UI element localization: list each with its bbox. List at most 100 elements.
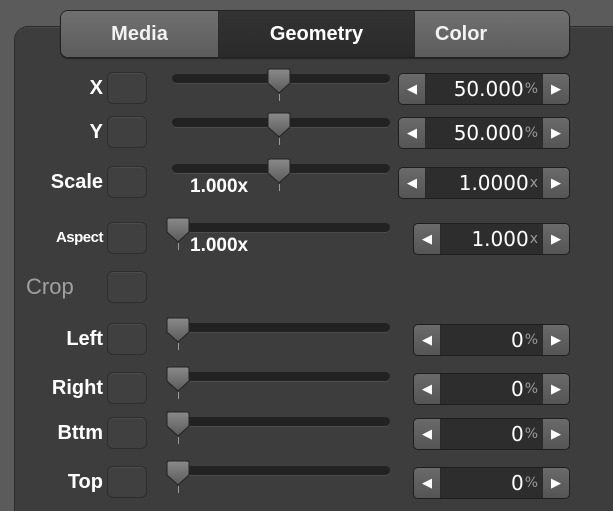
left-value-stepper: ◀ 0% ▶ xyxy=(413,324,570,356)
aspect-value-text: 1.000 xyxy=(471,227,529,251)
aspect-keyframe-box[interactable] xyxy=(107,222,147,254)
bttm-value-text: 0 xyxy=(510,422,524,446)
crop-label: Crop xyxy=(26,274,74,299)
bttm-value-field[interactable]: 0% xyxy=(441,419,542,449)
right-slider-track[interactable] xyxy=(172,372,390,381)
top-unit: % xyxy=(524,475,538,491)
right-value-field[interactable]: 0% xyxy=(441,374,542,404)
triangle-right-icon[interactable]: ▶ xyxy=(542,168,569,198)
y-slider-tick xyxy=(279,138,280,145)
left-value-field[interactable]: 0% xyxy=(441,325,542,355)
scale-value-text: 1.0000 xyxy=(458,171,529,195)
tab-color[interactable]: Color xyxy=(415,11,569,57)
triangle-left-icon[interactable]: ◀ xyxy=(399,168,426,198)
y-value-stepper: ◀ 50.000% ▶ xyxy=(398,117,570,149)
tab-bar: Media Geometry Color xyxy=(60,10,570,58)
param-row-left: Left ◀ 0% ▶ xyxy=(0,317,613,359)
scale-unit: x xyxy=(529,175,538,191)
top-value-field[interactable]: 0% xyxy=(441,468,542,498)
triangle-right-icon[interactable]: ▶ xyxy=(542,118,569,148)
x-value-text: 50.000 xyxy=(453,77,524,101)
top-slider-tick xyxy=(178,486,179,493)
left-unit: % xyxy=(524,332,538,348)
aspect-slider-track[interactable] xyxy=(172,223,390,232)
top-value-stepper: ◀ 0% ▶ xyxy=(413,467,570,499)
x-value-field[interactable]: 50.000% xyxy=(426,74,542,104)
top-slider-track[interactable] xyxy=(172,466,390,475)
x-value-stepper: ◀ 50.000% ▶ xyxy=(398,73,570,105)
left-slider-tick xyxy=(178,343,179,350)
left-keyframe-box[interactable] xyxy=(107,323,147,355)
right-unit: % xyxy=(524,381,538,397)
y-keyframe-box[interactable] xyxy=(107,116,147,148)
bttm-value-stepper: ◀ 0% ▶ xyxy=(413,418,570,450)
right-value-text: 0 xyxy=(510,377,524,401)
param-row-x: X ◀ 50.000% ▶ xyxy=(0,68,613,108)
triangle-right-icon[interactable]: ▶ xyxy=(542,419,569,449)
param-row-right: Right ◀ 0% ▶ xyxy=(0,366,613,408)
left-label: Left xyxy=(66,328,103,350)
top-slider-knob-icon[interactable] xyxy=(166,460,190,486)
triangle-left-icon[interactable]: ◀ xyxy=(414,419,441,449)
bttm-slider-track[interactable] xyxy=(172,417,390,426)
right-slider-knob-icon[interactable] xyxy=(166,366,190,392)
aspect-label: Aspect xyxy=(55,229,104,246)
right-slider-tick xyxy=(178,392,179,399)
triangle-left-icon[interactable]: ◀ xyxy=(414,325,441,355)
aspect-unit: x xyxy=(529,231,538,247)
top-keyframe-box[interactable] xyxy=(107,466,147,498)
bttm-unit: % xyxy=(524,426,538,442)
scale-value-field[interactable]: 1.0000 x xyxy=(426,168,542,198)
bttm-slider-tick xyxy=(178,437,179,444)
y-label: Y xyxy=(89,121,103,143)
param-row-aspect: Aspect 1.000x ◀ 1.000 x ▶ xyxy=(0,217,613,258)
bttm-keyframe-box[interactable] xyxy=(107,417,147,449)
triangle-right-icon[interactable]: ▶ xyxy=(542,224,569,254)
top-label: Top xyxy=(67,471,103,493)
crop-keyframe-box[interactable] xyxy=(107,271,147,303)
left-slider-knob-icon[interactable] xyxy=(166,317,190,343)
triangle-right-icon[interactable]: ▶ xyxy=(542,468,569,498)
y-slider-knob-icon[interactable] xyxy=(267,112,291,138)
scale-slider-knob-icon[interactable] xyxy=(267,158,291,184)
scale-slider-value: 1.000x xyxy=(190,176,249,197)
triangle-left-icon[interactable]: ◀ xyxy=(399,118,426,148)
top-value-text: 0 xyxy=(510,471,524,495)
aspect-slider-value: 1.000x xyxy=(190,235,249,256)
tab-media[interactable]: Media xyxy=(61,11,219,57)
right-label: Right xyxy=(51,377,103,399)
scale-value-stepper: ◀ 1.0000 x ▶ xyxy=(398,167,570,199)
x-unit: % xyxy=(524,81,538,97)
bttm-slider-knob-icon[interactable] xyxy=(166,411,190,437)
triangle-left-icon[interactable]: ◀ xyxy=(414,468,441,498)
param-row-y: Y ◀ 50.000% ▶ xyxy=(0,112,613,152)
aspect-slider-knob-icon[interactable] xyxy=(166,217,190,243)
triangle-left-icon[interactable]: ◀ xyxy=(414,224,441,254)
bttm-label: Bttm xyxy=(57,422,103,444)
x-slider-knob-icon[interactable] xyxy=(267,68,291,94)
right-value-stepper: ◀ 0% ▶ xyxy=(413,373,570,405)
x-keyframe-box[interactable] xyxy=(107,72,147,104)
y-value-field[interactable]: 50.000% xyxy=(426,118,542,148)
param-row-top: Top ◀ 0% ▶ xyxy=(0,460,613,502)
scale-slider-tick xyxy=(279,184,280,191)
param-row-crop: Crop xyxy=(0,267,613,307)
triangle-right-icon[interactable]: ▶ xyxy=(542,325,569,355)
triangle-left-icon[interactable]: ◀ xyxy=(399,74,426,104)
left-value-text: 0 xyxy=(510,328,524,352)
triangle-left-icon[interactable]: ◀ xyxy=(414,374,441,404)
y-value-text: 50.000 xyxy=(453,121,524,145)
tab-geometry[interactable]: Geometry xyxy=(219,11,415,57)
aspect-value-stepper: ◀ 1.000 x ▶ xyxy=(413,223,570,255)
scale-keyframe-box[interactable] xyxy=(107,166,147,198)
aspect-value-field[interactable]: 1.000 x xyxy=(441,224,542,254)
scale-label: Scale xyxy=(50,171,103,193)
left-slider-track[interactable] xyxy=(172,323,390,332)
right-keyframe-box[interactable] xyxy=(107,372,147,404)
param-row-scale: Scale 1.000x ◀ 1.0000 x ▶ xyxy=(0,158,613,202)
x-slider-tick xyxy=(279,94,280,101)
y-unit: % xyxy=(524,125,538,141)
aspect-slider-tick xyxy=(178,243,179,250)
triangle-right-icon[interactable]: ▶ xyxy=(542,374,569,404)
triangle-right-icon[interactable]: ▶ xyxy=(542,74,569,104)
